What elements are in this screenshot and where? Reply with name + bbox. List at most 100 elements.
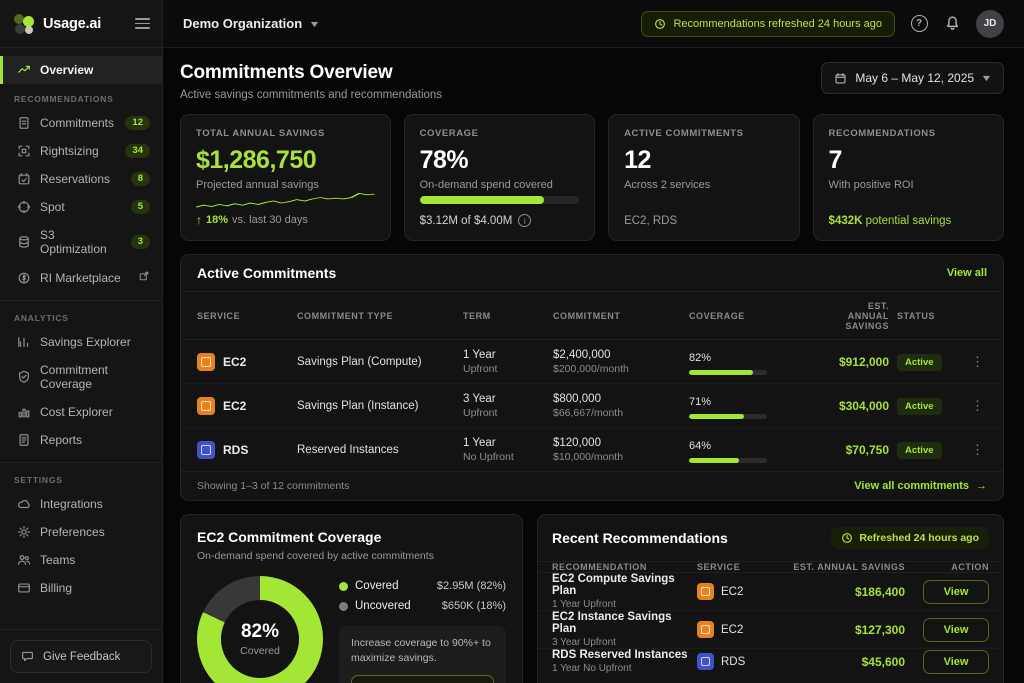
section-label-settings: SETTINGS xyxy=(0,465,162,490)
page-title: Commitments Overview xyxy=(180,62,442,84)
view-all-link[interactable]: View all xyxy=(947,267,987,279)
sidebar-item-cost-explorer[interactable]: Cost Explorer xyxy=(0,398,162,426)
file-text-icon xyxy=(17,116,31,130)
credit-card-icon xyxy=(17,581,31,595)
topbar: Demo Organization ▼ Recommendations refr… xyxy=(163,0,1024,48)
give-feedback-button[interactable]: Give Feedback xyxy=(10,640,152,673)
page-subtitle: Active savings commitments and recommend… xyxy=(180,89,442,101)
section-label-recommendations: RECOMMENDATIONS xyxy=(0,84,162,109)
row-menu-button[interactable]: ⋮ xyxy=(969,442,987,458)
clock-icon xyxy=(654,18,666,30)
commitments-count-badge: 12 xyxy=(125,116,150,130)
ec2-service-icon xyxy=(197,397,215,415)
status-badge: Active xyxy=(897,354,942,371)
stat-card-recommendations: RECOMMENDATIONS 7 With positive ROI $432… xyxy=(813,114,1004,241)
sidebar-footer: Give Feedback xyxy=(0,629,162,683)
pagination-summary: Showing 1–3 of 12 commitments xyxy=(197,480,349,492)
calendar-check-icon xyxy=(17,172,31,186)
view-button[interactable]: View xyxy=(923,580,989,604)
bell-icon xyxy=(944,15,961,32)
row-coverage-bar xyxy=(689,414,767,419)
usage-ai-logo-icon xyxy=(14,13,36,35)
sidebar-item-preferences[interactable]: Preferences xyxy=(0,518,162,546)
recommendations-refreshed-badge: Recommendations refreshed 24 hours ago xyxy=(641,11,895,37)
covered-dot-icon xyxy=(339,582,348,591)
view-button[interactable]: View xyxy=(923,618,989,642)
view-button[interactable]: View xyxy=(923,650,989,674)
recommendations-value: 7 xyxy=(829,146,988,175)
sidebar-item-commitments[interactable]: Commitments 12 xyxy=(0,109,162,137)
coverage-card-title: EC2 Commitment Coverage xyxy=(197,529,506,545)
services-list: EC2, RDS xyxy=(624,215,783,227)
sidebar-item-teams[interactable]: Teams xyxy=(0,546,162,574)
view-recommendations-button[interactable]: View Recommendations xyxy=(351,675,494,683)
sidebar-item-ri-marketplace[interactable]: RI Marketplace xyxy=(0,263,162,292)
sidebar-item-s3-optimization[interactable]: S3 Optimization 3 xyxy=(0,221,162,263)
coverage-tip-box: Increase coverage to 90%+ to maximize sa… xyxy=(339,626,506,683)
chart-bars-icon xyxy=(17,405,31,419)
recommendation-row: EC2 Compute Savings Plan1 Year Upfront E… xyxy=(538,573,1003,611)
active-commitments-panel: Active Commitments View all SERVICE COMM… xyxy=(180,254,1004,501)
recommendations-title: Recent Recommendations xyxy=(552,530,728,546)
sidebar-item-reservations[interactable]: Reservations 8 xyxy=(0,165,162,193)
refreshed-badge: Refreshed 24 hours ago xyxy=(831,527,989,549)
hamburger-menu-icon[interactable] xyxy=(135,18,150,29)
panel-title: Active Commitments xyxy=(197,265,336,281)
divider xyxy=(0,462,162,463)
notifications-bell-button[interactable] xyxy=(943,15,961,33)
bar-chart-icon xyxy=(17,335,31,349)
date-range-picker[interactable]: May 6 – May 12, 2025 ▼ xyxy=(821,62,1004,94)
sidebar-nav: Overview RECOMMENDATIONS Commitments 12 … xyxy=(0,48,162,629)
ec2-coverage-card: EC2 Commitment Coverage On-demand spend … xyxy=(180,514,523,683)
sidebar-item-billing[interactable]: Billing xyxy=(0,574,162,602)
active-commitments-value: 12 xyxy=(624,146,783,175)
sidebar-item-reports[interactable]: Reports xyxy=(0,426,162,454)
legend-uncovered: Uncovered $650K (18%) xyxy=(339,596,506,616)
sidebar-item-savings-explorer[interactable]: Savings Explorer xyxy=(0,328,162,356)
org-selector[interactable]: Demo Organization ▼ xyxy=(183,16,319,31)
trending-up-icon xyxy=(17,63,31,77)
sidebar-item-spot[interactable]: Spot 5 xyxy=(0,193,162,221)
ec2-service-icon xyxy=(697,621,714,638)
coverage-progress-bar xyxy=(420,196,579,204)
status-badge: Active xyxy=(897,442,942,459)
arrow-right-icon: → xyxy=(976,480,987,492)
gear-icon xyxy=(17,525,31,539)
coverage-value: 78% xyxy=(420,146,579,175)
recommendations-header: RECOMMENDATION SERVICE EST. ANNUAL SAVIN… xyxy=(538,562,1003,573)
view-all-commitments-link[interactable]: View all commitments → xyxy=(854,480,987,492)
divider xyxy=(0,300,162,301)
target-icon xyxy=(17,200,31,214)
rds-service-icon xyxy=(697,653,714,670)
arrow-up-icon: ↑ xyxy=(196,213,202,227)
sidebar-item-rightsizing[interactable]: Rightsizing 34 xyxy=(0,137,162,165)
stat-card-active-commitments: ACTIVE COMMITMENTS 12 Across 2 services … xyxy=(608,114,799,241)
document-icon xyxy=(17,433,31,447)
speech-bubble-icon xyxy=(21,650,34,663)
recent-recommendations-panel: Recent Recommendations Refreshed 24 hour… xyxy=(537,514,1004,683)
calendar-icon xyxy=(834,72,847,85)
recommendation-row: EC2 Instance Savings Plan3 Year Upfront … xyxy=(538,611,1003,649)
stat-card-coverage: COVERAGE 78% On-demand spend covered $3.… xyxy=(404,114,595,241)
row-menu-button[interactable]: ⋮ xyxy=(969,398,987,414)
recommendation-row: RDS Reserved Instances1 Year No Upfront … xyxy=(538,649,1003,674)
row-menu-button[interactable]: ⋮ xyxy=(969,354,987,370)
user-avatar[interactable]: JD xyxy=(976,10,1004,38)
database-icon xyxy=(17,235,31,249)
trend-row: ↑ 18% vs. last 30 days xyxy=(196,213,375,227)
help-button[interactable]: ? xyxy=(910,15,928,33)
clock-icon xyxy=(841,532,853,544)
chevron-down-icon: ▼ xyxy=(308,19,320,29)
s3-count-badge: 3 xyxy=(131,235,150,249)
row-coverage-bar xyxy=(689,458,767,463)
sidebar-item-overview[interactable]: Overview xyxy=(0,56,162,84)
rds-service-icon xyxy=(197,441,215,459)
sidebar-item-commitment-coverage[interactable]: Commitment Coverage xyxy=(0,356,162,398)
info-icon[interactable]: i xyxy=(518,214,531,227)
app-root: Usage.ai Overview RECOMMENDATIONS Commit… xyxy=(0,0,1024,683)
sidebar: Usage.ai Overview RECOMMENDATIONS Commit… xyxy=(0,0,163,683)
external-link-icon xyxy=(138,270,150,285)
table-row: EC2 Savings Plan (Compute) 1 YearUpfront… xyxy=(181,340,1003,384)
logo-text: Usage.ai xyxy=(43,16,101,32)
sidebar-item-integrations[interactable]: Integrations xyxy=(0,490,162,518)
